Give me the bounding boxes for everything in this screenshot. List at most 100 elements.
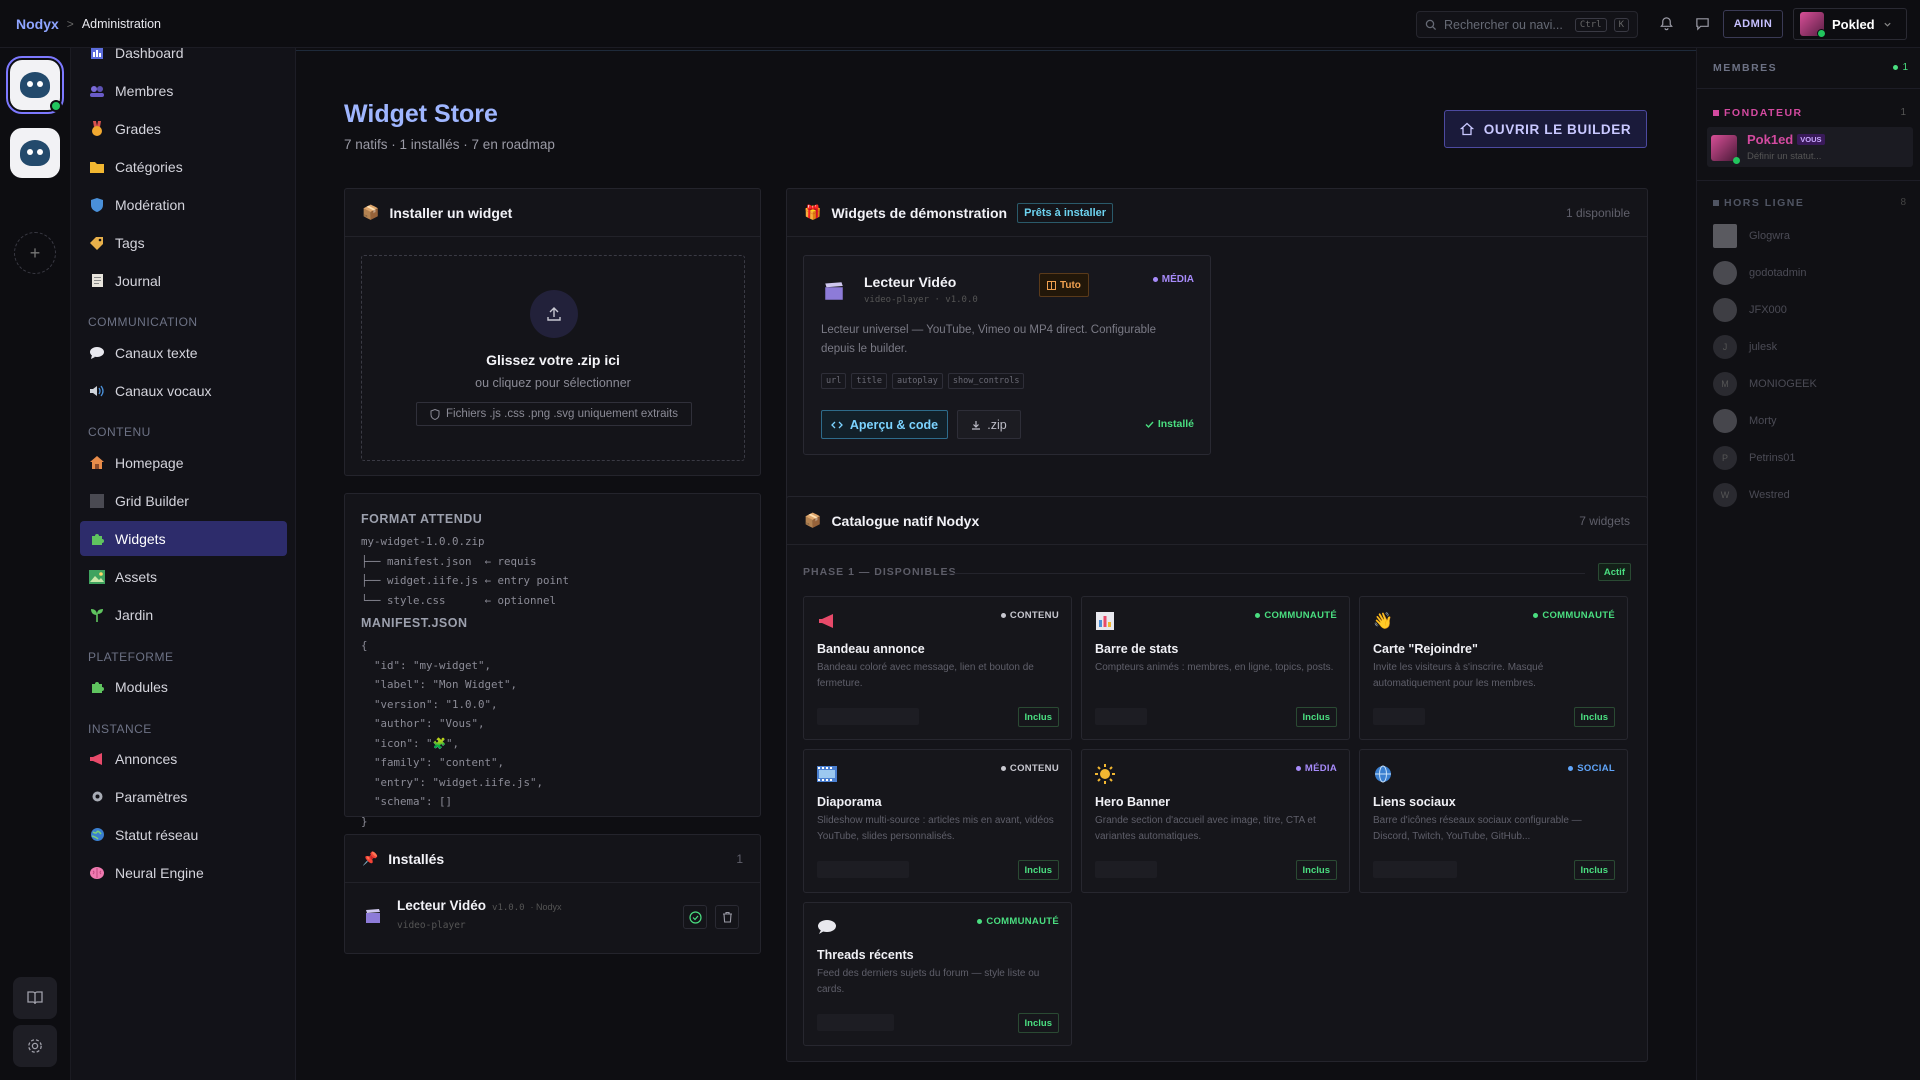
demo-panel: 🎁 Widgets de démonstration Prêts à insta… [786, 188, 1648, 520]
sidebar-item-grades[interactable]: Grades [80, 111, 287, 146]
widget-card-threads[interactable]: COMMUNAUTÉ Threads récents Feed des dern… [803, 902, 1072, 1046]
image-icon [89, 569, 105, 585]
zip-dropzone[interactable]: Glissez votre .zip ici ou cliquez pour s… [361, 255, 745, 461]
settings-button[interactable] [13, 1025, 57, 1067]
installed-widget-version: v1.0.0 [492, 903, 525, 913]
search-bar[interactable]: Rechercher ou navi... Ctrl K [1416, 11, 1638, 38]
widget-card-social[interactable]: SOCIAL Liens sociaux Barre d'icônes rése… [1359, 749, 1628, 893]
sidebar-item-label: Canaux texte [115, 344, 198, 361]
sidebar-item-canaux-vocaux[interactable]: Canaux vocaux [80, 373, 287, 408]
sidebar-item-dashboard[interactable]: Dashboard [80, 48, 287, 70]
sidebar-item-label: Paramètres [115, 788, 188, 805]
bell-icon[interactable] [1656, 13, 1676, 33]
manifest-title: MANIFEST.JSON [361, 616, 468, 630]
delete-button[interactable] [715, 905, 739, 929]
format-panel: FORMAT ATTENDU my-widget-1.0.0.zip ├── m… [344, 493, 761, 828]
widget-card-bandeau[interactable]: CONTENU Bandeau annonce Bandeau coloré a… [803, 596, 1072, 740]
sidebar-item-categories[interactable]: Catégories [80, 149, 287, 184]
catalog-title: Catalogue natif Nodyx [831, 512, 980, 529]
sidebar-item-canaux-texte[interactable]: Canaux texte [80, 335, 287, 370]
manifest-code: { "id": "my-widget", "label": "Mon Widge… [361, 639, 544, 828]
widget-card-diaporama[interactable]: CONTENU Diaporama Slideshow multi-source… [803, 749, 1072, 893]
sidebar-item-neural-engine[interactable]: Neural Engine [80, 855, 287, 890]
member-row[interactable]: Jjulesk [1713, 335, 1777, 359]
tag: show_controls [947, 373, 1025, 389]
divider [296, 50, 1696, 51]
admin-badge[interactable]: ADMIN [1723, 10, 1783, 38]
member-row[interactable]: Glogwra [1713, 224, 1790, 248]
download-zip-button[interactable]: .zip [957, 410, 1021, 439]
tuto-badge[interactable]: Tuto [1039, 273, 1089, 297]
sidebar-item-homepage[interactable]: Homepage [80, 445, 287, 480]
server-nodyx[interactable] [6, 56, 64, 114]
sidebar-item-label: Catégories [115, 158, 183, 175]
open-builder-button[interactable]: OUVRIR LE BUILDER [1444, 110, 1647, 148]
widget-card-stats[interactable]: COMMUNAUTÉ Barre de stats Compteurs anim… [1081, 596, 1350, 740]
online-count: 1 [1893, 62, 1908, 73]
server-secondary[interactable] [10, 128, 60, 178]
member-row[interactable]: godotadmin [1713, 261, 1807, 285]
sidebar-item-annonces[interactable]: Annonces [80, 741, 287, 776]
add-server-button[interactable]: + [14, 232, 56, 274]
founder-status[interactable]: Définir un statut... [1747, 151, 1821, 162]
member-row[interactable]: M MONIOGEEK [1713, 372, 1817, 396]
docs-button[interactable] [13, 977, 57, 1019]
section-communication: COMMUNICATION [88, 315, 198, 329]
offline-label: HORS LIGNE [1724, 197, 1805, 209]
sidebar-item-modules[interactable]: Modules [80, 669, 287, 704]
pin-icon: 📌 [362, 850, 379, 866]
tag: autoplay [891, 373, 943, 389]
widget-card-rejoindre[interactable]: 👋 COMMUNAUTÉ Carte "Rejoindre" Invite le… [1359, 596, 1628, 740]
tuto-label: Tuto [1060, 279, 1081, 291]
sidebar-item-journal[interactable]: Journal [80, 263, 287, 298]
installed-row: Lecteur Vidéo v1.0.0 · Nodyx [397, 898, 562, 913]
clapper-icon [365, 908, 381, 927]
server-rail: + [0, 48, 71, 1080]
tag-list: url title autoplay show_controls [821, 373, 1025, 389]
installed-header: 📌 Installés 1 [345, 835, 760, 883]
wave-hand-icon: 👋 [1373, 613, 1393, 630]
member-name: JFX000 [1749, 304, 1787, 316]
widget-card-hero[interactable]: MÉDIA Hero Banner Grande section d'accue… [1081, 749, 1350, 893]
catalog-count: 7 widgets [1579, 513, 1630, 528]
user-menu[interactable]: Pokled [1793, 8, 1907, 40]
section-instance: INSTANCE [88, 722, 152, 736]
brand-link[interactable]: Nodyx [16, 16, 59, 32]
member-row[interactable]: Morty [1713, 409, 1777, 433]
journal-icon [89, 273, 105, 289]
member-row[interactable]: W Westred [1713, 483, 1790, 507]
included-badge: Inclus [1017, 1013, 1059, 1033]
tag-icon [89, 235, 105, 251]
widget-name: Threads récents [817, 948, 914, 962]
enable-toggle-button[interactable] [683, 905, 707, 929]
category-dot [1152, 277, 1158, 282]
sidebar-item-widgets[interactable]: Widgets [80, 521, 287, 556]
widget-name: Carte "Rejoindre" [1373, 642, 1478, 656]
section-plateforme: PLATEFORME [88, 650, 174, 664]
catalog-panel-body: 📦 Catalogue natif Nodyx 7 widgets PHASE … [786, 496, 1648, 1062]
sidebar-item-jardin[interactable]: Jardin [80, 597, 287, 632]
check-circle-icon [688, 910, 702, 924]
placeholder-bar [1095, 861, 1157, 878]
members-title-text: MEMBRES [1713, 62, 1778, 74]
sidebar-item-tags[interactable]: Tags [80, 225, 287, 260]
member-row[interactable]: P Petrins01 [1713, 446, 1795, 470]
preview-code-button[interactable]: Aperçu & code [821, 410, 948, 439]
sidebar-item-grid-builder[interactable]: Grid Builder [80, 483, 287, 518]
sidebar-item-assets[interactable]: Assets [80, 559, 287, 594]
placeholder-bar [817, 861, 909, 878]
bar-chart-icon [1095, 611, 1115, 631]
sidebar-item-parametres[interactable]: Paramètres [80, 779, 287, 814]
dropzone-note-text: Fichiers .js .css .png .svg uniquement e… [445, 408, 678, 420]
sidebar-item-membres[interactable]: Membres [80, 73, 287, 108]
sidebar-item-moderation[interactable]: Modération [80, 187, 287, 222]
messages-icon[interactable] [1692, 13, 1712, 33]
divider [1697, 88, 1920, 89]
sidebar-item-label: Widgets [115, 530, 166, 547]
online-indicator [50, 100, 62, 112]
founder-name: Pok1ed [1747, 132, 1794, 147]
sidebar-item-label: Grid Builder [115, 492, 189, 509]
member-row[interactable]: JFX000 [1713, 298, 1787, 322]
founder-row[interactable]: Pok1ed VOUS Définir un statut... [1707, 127, 1913, 167]
sidebar-item-statut-reseau[interactable]: Statut réseau [80, 817, 287, 852]
